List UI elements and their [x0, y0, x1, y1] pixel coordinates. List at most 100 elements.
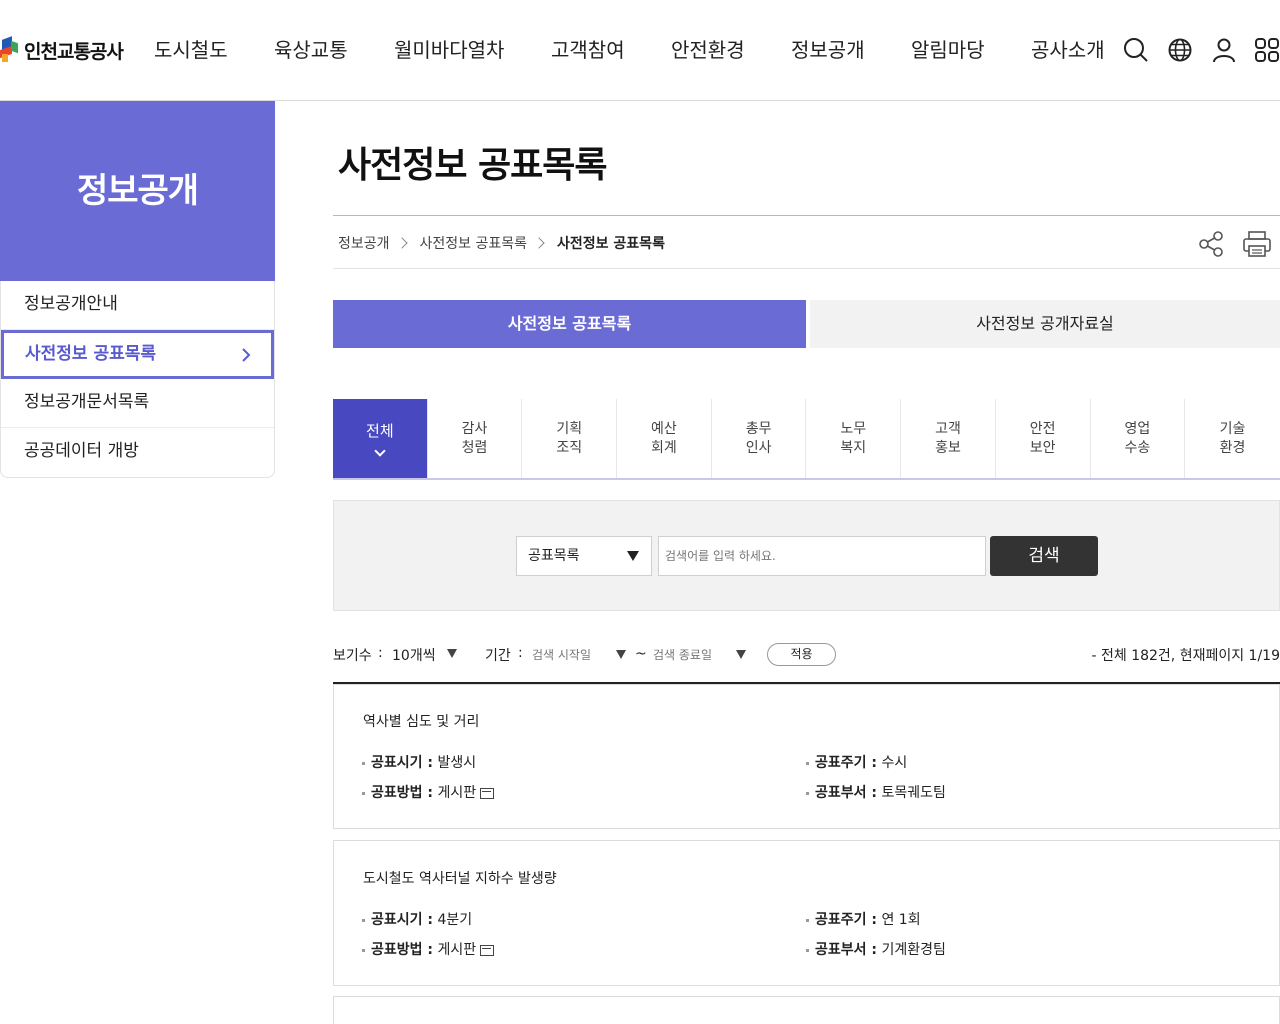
nav-item-customer[interactable]: 고객참여 — [551, 36, 625, 64]
search-icon[interactable] — [1123, 37, 1149, 63]
category-all[interactable]: 전체 — [333, 399, 428, 478]
record-method: 공표방법 : 게시판 — [362, 782, 495, 802]
nav-item-about[interactable]: 공사소개 — [1031, 36, 1105, 64]
breadcrumb-item[interactable]: 정보공개 — [338, 233, 390, 253]
print-icon[interactable] — [1242, 230, 1272, 258]
search-type-select[interactable]: 공표목록 — [516, 536, 652, 576]
chevron-right-icon — [533, 237, 545, 249]
logo-text: 인천교통공사 — [24, 40, 124, 63]
chevron-right-icon — [242, 348, 251, 362]
sidebar-item-document-list[interactable]: 정보공개문서목록 — [1, 379, 274, 428]
record-timing: 공표시기 : 4분기 — [362, 909, 472, 929]
record-timing: 공표시기 : 발생시 — [362, 752, 476, 772]
nav-item-disclosure[interactable]: 정보공개 — [791, 36, 865, 64]
bullet-icon — [362, 761, 365, 765]
category-customer[interactable]: 고객 홍보 — [901, 399, 996, 478]
start-date-field[interactable]: 검색 시작일 — [532, 646, 591, 663]
tab-pre-disclosure-archive[interactable]: 사전정보 공개자료실 — [810, 300, 1280, 348]
board-icon[interactable] — [480, 944, 495, 956]
view-count-label: 보기수 — [333, 648, 372, 664]
category-budget[interactable]: 예산 회계 — [617, 399, 712, 478]
search-input[interactable] — [658, 536, 986, 576]
logo-mark-icon — [0, 36, 20, 64]
field-value: 게시판 — [437, 942, 477, 958]
search-button[interactable]: 검색 — [990, 536, 1098, 576]
period-label: 기간 — [485, 648, 511, 664]
period-colon: : — [518, 645, 523, 661]
field-label: 공표시기 : — [371, 912, 433, 928]
category-operations[interactable]: 영업 수송 — [1091, 399, 1186, 478]
total-count: - 전체 182건, 현재페이지 1/19 — [1091, 648, 1280, 664]
field-value: 4분기 — [437, 912, 473, 928]
nav-item-land-transport[interactable]: 육상교통 — [274, 36, 348, 64]
nav-item-safety[interactable]: 안전환경 — [671, 36, 745, 64]
grid-menu-icon[interactable] — [1254, 37, 1280, 63]
page-title: 사전정보 공표목록 — [338, 145, 607, 186]
field-value: 연 1회 — [881, 912, 921, 928]
bullet-icon — [362, 918, 365, 922]
field-value: 기계환경팀 — [881, 942, 946, 958]
field-label: 공표시기 : — [371, 755, 433, 771]
list-item[interactable]: 역사별 심도 및 거리 공표시기 : 발생시 공표주기 : 수시 공표방법 : … — [333, 684, 1280, 829]
category-planning[interactable]: 기획 조직 — [522, 399, 618, 478]
category-safety[interactable]: 안전 보안 — [996, 399, 1091, 478]
field-label: 공표방법 : — [371, 785, 433, 801]
category-technology[interactable]: 기술 환경 — [1185, 399, 1280, 478]
bullet-icon — [806, 761, 809, 765]
sidebar-header: 정보공개 — [0, 101, 275, 281]
tab-pre-disclosure-list[interactable]: 사전정보 공표목록 — [333, 300, 806, 348]
category-filter: 전체 감사 청렴 기획 조직 예산 회계 총무 인사 노무 복지 고객 홍보 안… — [333, 399, 1280, 480]
field-label: 공표부서 : — [815, 785, 877, 801]
sidebar-item-label: 사전정보 공표목록 — [25, 344, 157, 364]
dropdown-arrow-icon — [447, 649, 457, 658]
record-title[interactable]: 도시철도 역사터널 지하수 발생량 — [363, 868, 557, 888]
breadcrumb: 정보공개 사전정보 공표목록 사전정보 공표목록 — [338, 233, 665, 253]
breadcrumb-divider — [333, 268, 1280, 269]
record-dept: 공표부서 : 토목궤도팀 — [806, 782, 946, 802]
site-header: 인천교통공사 도시철도 육상교통 월미바다열차 고객참여 안전환경 정보공개 알… — [0, 0, 1280, 101]
category-hr[interactable]: 총무 인사 — [712, 399, 807, 478]
category-audit[interactable]: 감사 청렴 — [428, 399, 523, 478]
bullet-icon — [362, 948, 365, 952]
end-date-field[interactable]: 검색 종료일 — [653, 646, 712, 663]
list-filter-bar: 보기수 : 10개씩 기간 : 검색 시작일 ~ 검색 종료일 적용 - 전체 … — [333, 641, 1280, 667]
user-icon[interactable] — [1211, 37, 1237, 63]
search-type-value: 공표목록 — [528, 548, 580, 564]
record-cycle: 공표주기 : 연 1회 — [806, 909, 921, 929]
sidebar-menu: 정보공개안내 사전정보 공표목록 정보공개문서목록 공공데이터 개방 — [0, 281, 275, 478]
list-item[interactable]: 도시철도 역사터널 지하수 발생량 공표시기 : 4분기 공표주기 : 연 1회… — [333, 840, 1280, 986]
record-cycle: 공표주기 : 수시 — [806, 752, 907, 772]
field-label: 공표방법 : — [371, 942, 433, 958]
field-value: 게시판 — [437, 785, 477, 801]
bullet-icon — [806, 918, 809, 922]
field-value: 토목궤도팀 — [881, 785, 946, 801]
site-logo[interactable]: 인천교통공사 — [0, 34, 124, 66]
dropdown-arrow-icon — [616, 650, 626, 659]
category-labor[interactable]: 노무 복지 — [806, 399, 902, 478]
chevron-right-icon — [395, 237, 408, 249]
nav-item-notices[interactable]: 알림마당 — [911, 36, 985, 64]
dropdown-arrow-icon — [627, 551, 639, 561]
record-method: 공표방법 : 게시판 — [362, 939, 495, 959]
list-item[interactable] — [333, 996, 1280, 1024]
nav-item-metro[interactable]: 도시철도 — [154, 36, 228, 64]
share-icon[interactable] — [1197, 230, 1225, 258]
tab-bar: 사전정보 공표목록 사전정보 공개자료실 — [333, 300, 1280, 348]
sidebar-item-public-data[interactable]: 공공데이터 개방 — [1, 428, 274, 477]
sidebar-item-pre-disclosure-list[interactable]: 사전정보 공표목록 — [1, 330, 274, 379]
sidebar-item-disclosure-guide[interactable]: 정보공개안내 — [1, 281, 274, 330]
breadcrumb-item[interactable]: 사전정보 공표목록 — [420, 233, 528, 253]
field-value: 발생시 — [437, 755, 477, 771]
apply-button[interactable]: 적용 — [767, 643, 836, 666]
globe-icon[interactable] — [1167, 37, 1193, 63]
chevron-down-icon — [374, 445, 386, 457]
breadcrumb-current: 사전정보 공표목록 — [557, 236, 665, 252]
bullet-icon — [362, 791, 365, 795]
field-label: 공표부서 : — [815, 942, 877, 958]
record-title[interactable]: 역사별 심도 및 거리 — [363, 711, 479, 731]
board-icon[interactable] — [480, 787, 495, 799]
field-value: 수시 — [881, 755, 908, 771]
sidebar-title: 정보공개 — [76, 170, 199, 211]
nav-item-wolmi-train[interactable]: 월미바다열차 — [394, 36, 504, 64]
view-count-select[interactable]: 10개씩 — [392, 645, 436, 665]
